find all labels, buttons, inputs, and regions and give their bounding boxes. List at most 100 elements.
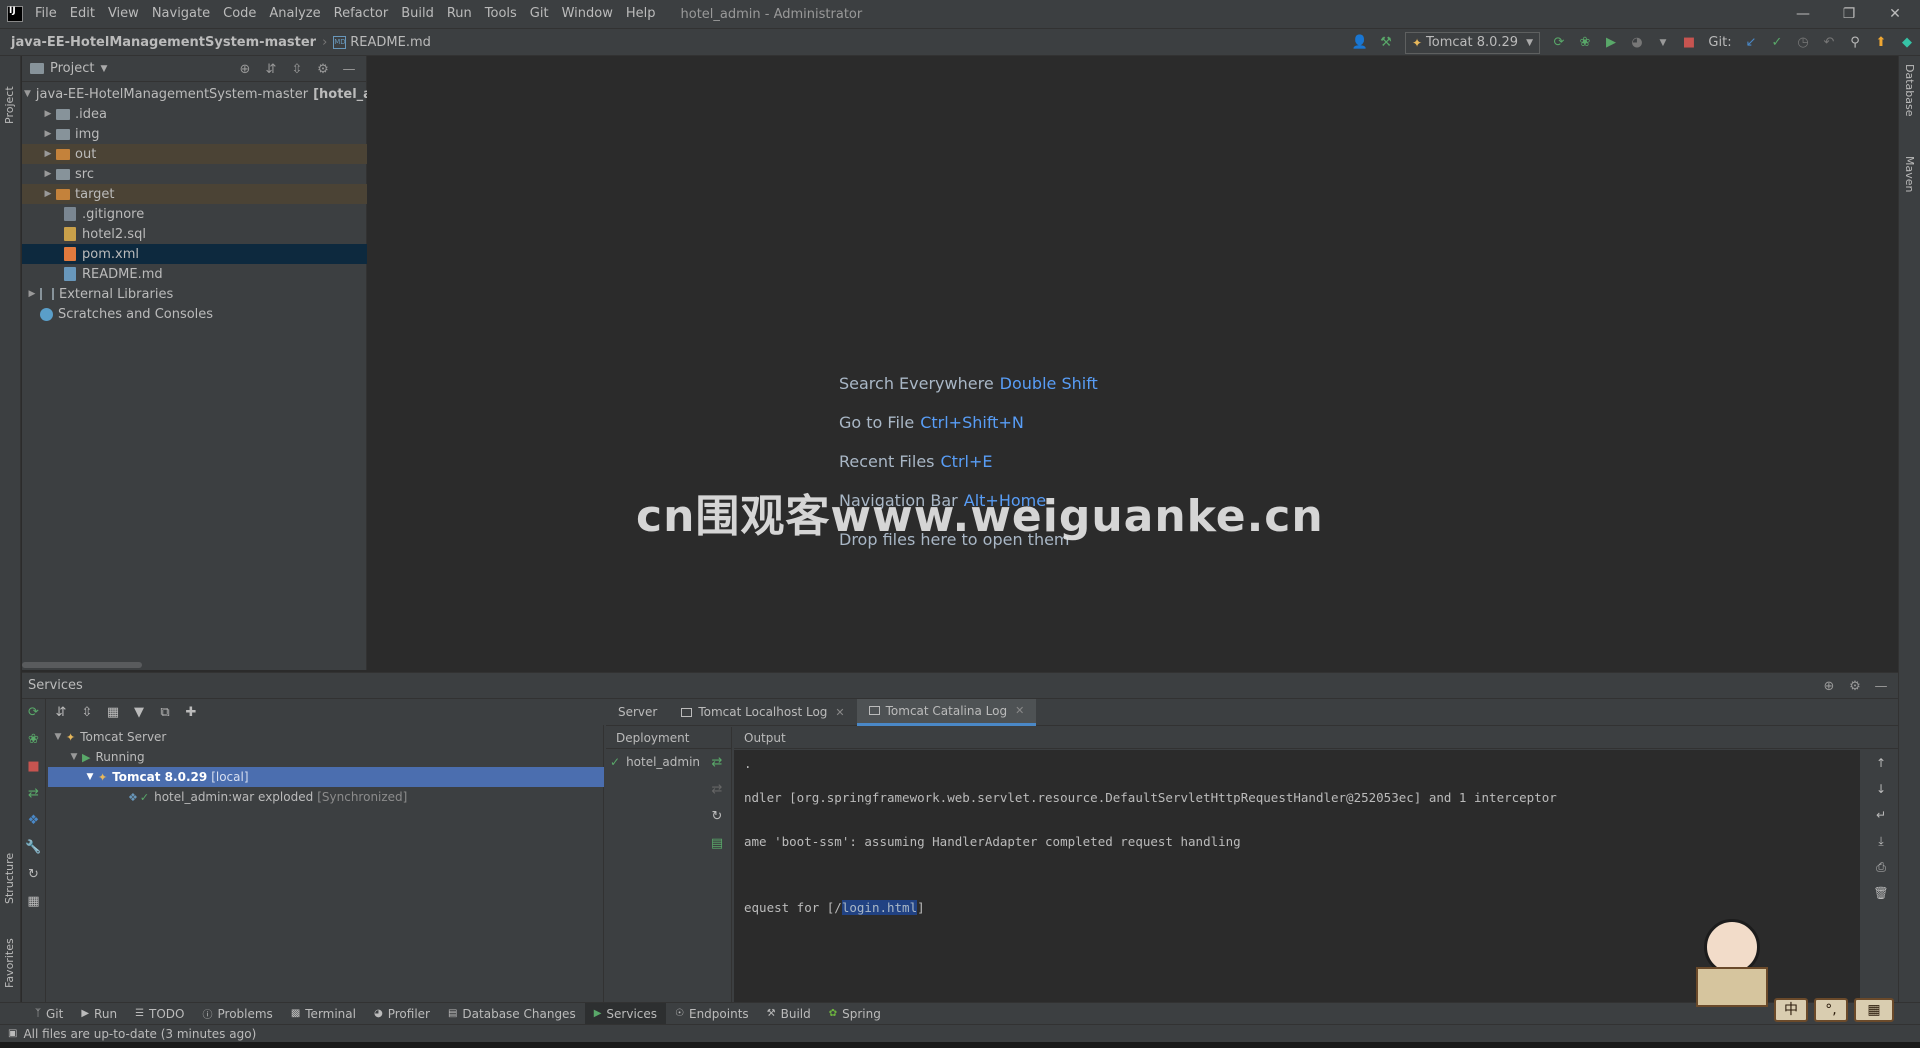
add-artifact-icon[interactable]: ▤ bbox=[707, 836, 727, 863]
soft-wrap-icon[interactable]: ↵ bbox=[1864, 802, 1898, 828]
tree-item-img[interactable]: ▶ img bbox=[22, 124, 367, 144]
menu-file[interactable]: File bbox=[29, 0, 64, 28]
tool-tab-endpoints[interactable]: ☉ Endpoints bbox=[666, 1003, 758, 1025]
tree-item-target[interactable]: ▶ target bbox=[22, 184, 367, 204]
rerun-icon[interactable]: ⟳ bbox=[22, 699, 45, 726]
tree-item-src[interactable]: ▶ src bbox=[22, 164, 367, 184]
chevron-right-icon[interactable]: ▶ bbox=[40, 109, 56, 119]
stop-icon[interactable]: ■ bbox=[22, 753, 45, 780]
git-rollback-icon[interactable]: ↶ bbox=[1817, 31, 1841, 55]
add-service-icon[interactable]: ✚ bbox=[178, 705, 204, 720]
menu-edit[interactable]: Edit bbox=[64, 0, 102, 28]
menu-build[interactable]: Build bbox=[395, 0, 441, 28]
tree-item-readme[interactable]: README.md bbox=[22, 264, 367, 284]
tool-tab-terminal[interactable]: ▩ Terminal bbox=[282, 1003, 365, 1025]
tool-tab-profiler[interactable]: ◕ Profiler bbox=[365, 1003, 439, 1025]
tree-item-pom-xml[interactable]: pom.xml bbox=[22, 244, 367, 264]
updates-icon[interactable]: ⬆ bbox=[1869, 31, 1893, 55]
project-view-selector[interactable]: Project bbox=[50, 61, 94, 76]
tab-server[interactable]: Server bbox=[606, 699, 669, 726]
git-commit-icon[interactable]: ✓ bbox=[1765, 31, 1789, 55]
ime-skin-key[interactable]: ▦ bbox=[1854, 998, 1894, 1022]
collapse-all-icon[interactable]: ⇳ bbox=[284, 62, 310, 77]
horizontal-scrollbar[interactable] bbox=[22, 662, 142, 668]
minimize-icon[interactable]: — bbox=[1780, 0, 1826, 28]
tree-root[interactable]: ▼ java-EE-HotelManagementSystem-master [… bbox=[22, 84, 367, 104]
jetbrains-logo-icon[interactable]: ◆ bbox=[1895, 31, 1919, 55]
chevron-right-icon[interactable]: ▶ bbox=[24, 289, 40, 299]
scroll-to-end-icon[interactable]: ⤓ bbox=[1864, 828, 1898, 854]
breadcrumb-file[interactable]: MD README.md bbox=[333, 35, 431, 50]
refresh-icon[interactable]: ↻ bbox=[22, 861, 45, 888]
wrench-icon[interactable]: 🔧 bbox=[22, 834, 45, 861]
tree-item-gitignore[interactable]: .gitignore bbox=[22, 204, 367, 224]
arrow-down-icon[interactable]: ↓ bbox=[1864, 776, 1898, 802]
tool-tab-services[interactable]: ▶ Services bbox=[584, 1002, 667, 1025]
tool-tab-database-changes[interactable]: ▤ Database Changes bbox=[439, 1003, 585, 1025]
structure-tool-tab[interactable]: Structure bbox=[3, 834, 16, 904]
menu-navigate[interactable]: Navigate bbox=[146, 0, 217, 28]
print-icon[interactable]: ⎙ bbox=[1864, 854, 1898, 880]
expand-all-icon[interactable]: ⇵ bbox=[48, 705, 74, 720]
tool-tab-build[interactable]: ⚒ Build bbox=[758, 1003, 820, 1025]
stop-icon[interactable]: ■ bbox=[1677, 31, 1701, 55]
tree-item-hotel2-sql[interactable]: hotel2.sql bbox=[22, 224, 367, 244]
menu-refactor[interactable]: Refactor bbox=[328, 0, 396, 28]
project-tool-tab[interactable]: Project bbox=[3, 64, 16, 124]
chevron-right-icon[interactable]: ▶ bbox=[40, 129, 56, 139]
close-icon[interactable]: ✕ bbox=[1872, 0, 1918, 28]
chevron-down-icon[interactable]: ▼ bbox=[66, 752, 82, 762]
menu-code[interactable]: Code bbox=[217, 0, 263, 28]
ime-mascot-widget[interactable]: 中 °, ▦ bbox=[1680, 915, 1898, 1025]
search-icon[interactable]: ⚲ bbox=[1843, 31, 1867, 55]
undeploy-icon[interactable]: ⇄ bbox=[707, 782, 727, 809]
coverage-icon[interactable]: ▶ bbox=[1599, 31, 1623, 55]
more-run-chevron-icon[interactable]: ▼ bbox=[1651, 31, 1675, 55]
filter-icon[interactable]: ▼ bbox=[126, 705, 152, 720]
git-history-icon[interactable]: ◷ bbox=[1791, 31, 1815, 55]
breadcrumb-project[interactable]: java-EE-HotelManagementSystem-master bbox=[11, 35, 316, 50]
arrow-up-icon[interactable]: ↑ bbox=[1864, 750, 1898, 776]
chevron-right-icon[interactable]: ▶ bbox=[40, 169, 56, 179]
chevron-down-icon[interactable]: ▼ bbox=[24, 89, 31, 99]
build-hammer-icon[interactable]: ⚒ bbox=[1374, 31, 1398, 55]
maven-tool-tab[interactable]: Maven bbox=[1903, 156, 1916, 226]
hide-icon[interactable]: — bbox=[336, 62, 362, 77]
tool-tab-spring[interactable]: ✿ Spring bbox=[820, 1003, 890, 1025]
user-icon[interactable]: 👤 bbox=[1348, 31, 1372, 55]
favorites-tool-tab[interactable]: Favorites bbox=[3, 918, 16, 988]
deploy-all-icon[interactable]: ❖ bbox=[22, 807, 45, 834]
chevron-right-icon[interactable]: ▶ bbox=[40, 189, 56, 199]
menu-analyze[interactable]: Analyze bbox=[263, 0, 327, 28]
gear-icon[interactable]: ⚙ bbox=[310, 62, 336, 77]
menu-git[interactable]: Git bbox=[524, 0, 556, 28]
editor-empty-area[interactable]: Search Everywhere Double Shift Go to File… bbox=[368, 56, 1898, 670]
locate-icon[interactable]: ⊕ bbox=[232, 62, 258, 77]
group-by-icon[interactable]: ▦ bbox=[100, 705, 126, 720]
gear-icon[interactable]: ⚙ bbox=[1842, 679, 1868, 694]
hide-icon[interactable]: — bbox=[1868, 679, 1894, 694]
menu-run[interactable]: Run bbox=[441, 0, 479, 28]
layout-icon[interactable]: ▦ bbox=[22, 888, 45, 915]
run-configuration-selector[interactable]: ✦ Tomcat 8.0.29 ▼ bbox=[1404, 31, 1540, 54]
deploy-icon[interactable]: ⇄ bbox=[707, 755, 727, 782]
menu-tools[interactable]: Tools bbox=[479, 0, 524, 28]
profile-icon[interactable]: ◕ bbox=[1625, 31, 1649, 55]
tree-tomcat-server[interactable]: ▼ ✦ Tomcat Server bbox=[48, 727, 604, 747]
chevron-down-icon[interactable]: ▼ bbox=[82, 772, 98, 782]
tool-tab-todo[interactable]: ☰ TODO bbox=[126, 1003, 193, 1025]
restore-icon[interactable]: ❐ bbox=[1826, 0, 1872, 28]
tree-item-idea[interactable]: ▶ .idea bbox=[22, 104, 367, 124]
chevron-down-icon[interactable]: ▼ bbox=[50, 732, 66, 742]
tab-tomcat-localhost-log[interactable]: Tomcat Localhost Log ✕ bbox=[669, 699, 856, 726]
tree-external-libraries[interactable]: ▶ External Libraries bbox=[22, 284, 367, 304]
expand-all-icon[interactable]: ⇵ bbox=[258, 62, 284, 77]
chevron-right-icon[interactable]: ▶ bbox=[40, 149, 56, 159]
tool-tab-run[interactable]: ▶ Run bbox=[72, 1003, 126, 1025]
menu-window[interactable]: Window bbox=[556, 0, 620, 28]
ime-punctuation-key[interactable]: °, bbox=[1814, 998, 1848, 1022]
git-update-icon[interactable]: ↙ bbox=[1739, 31, 1763, 55]
globe-icon[interactable]: ⊕ bbox=[1816, 679, 1842, 694]
chevron-down-icon[interactable]: ▼ bbox=[100, 64, 107, 74]
close-tab-icon[interactable]: ✕ bbox=[835, 706, 844, 719]
